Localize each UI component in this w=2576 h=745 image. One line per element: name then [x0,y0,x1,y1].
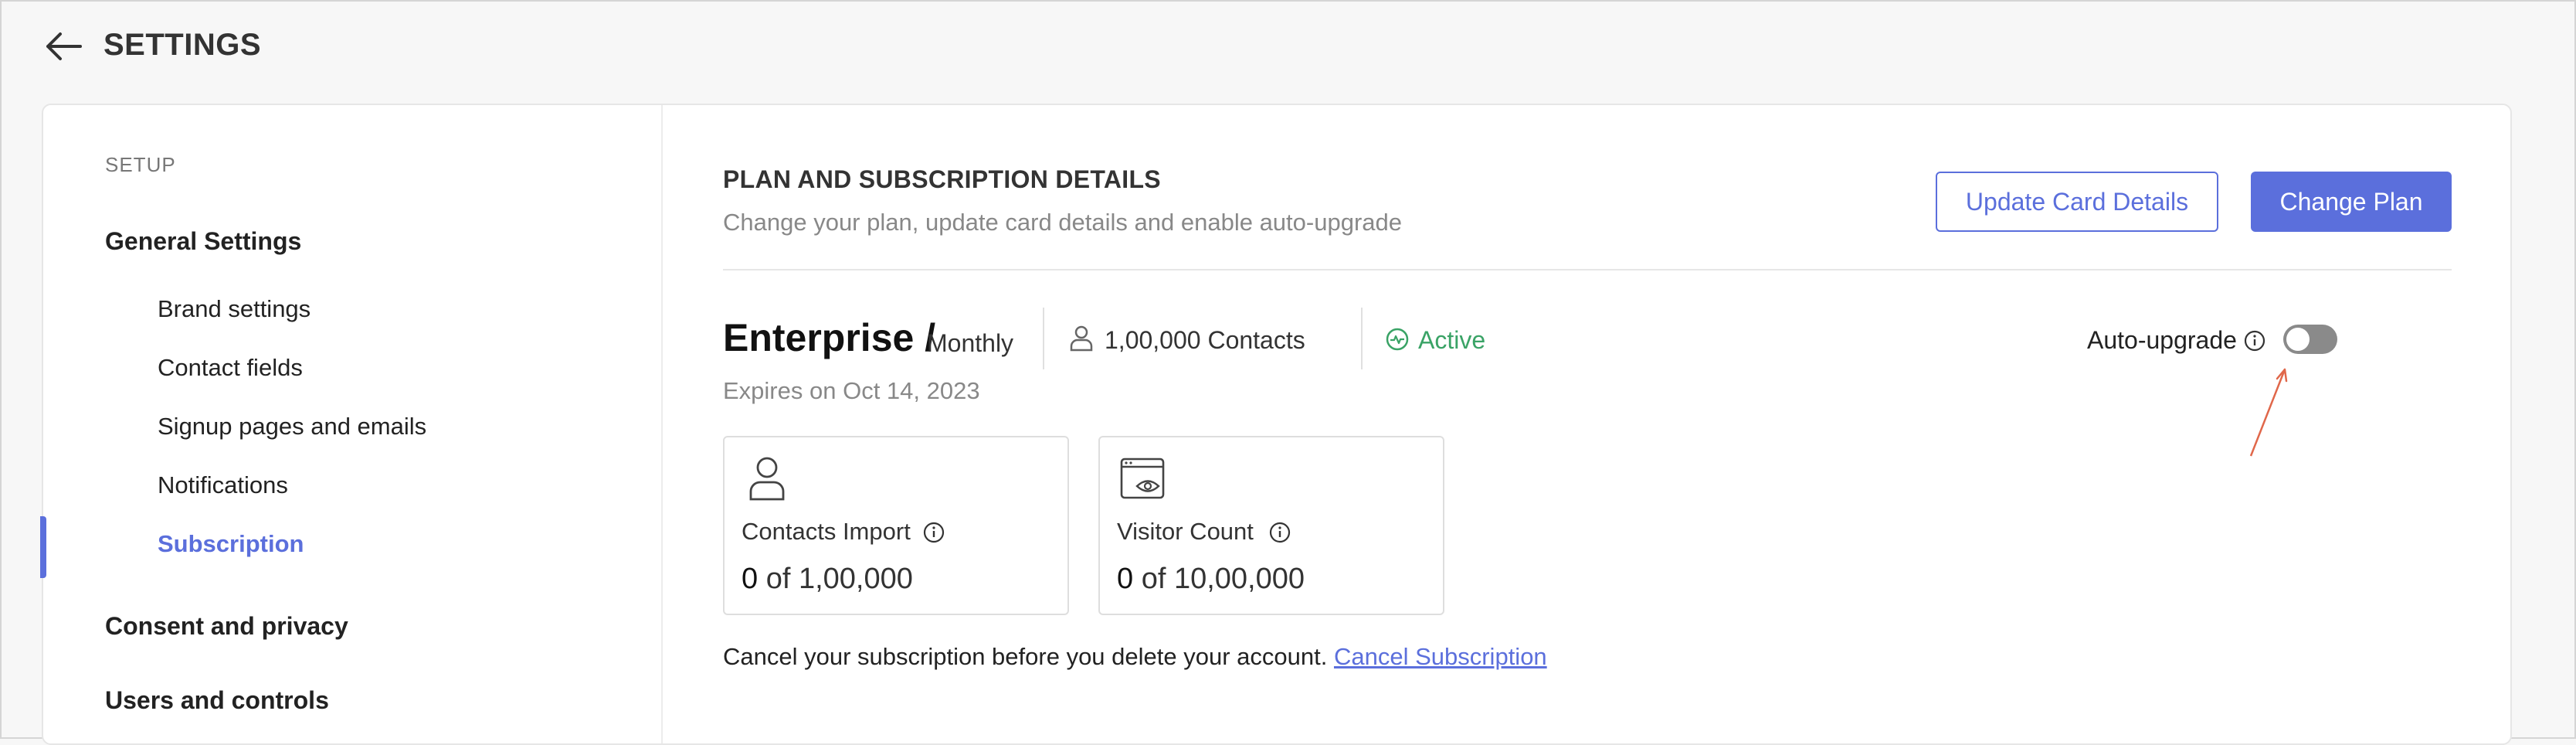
plan-expiry: Expires on Oct 14, 2023 [723,377,980,404]
status-badge: Active [1418,326,1486,354]
section-title: PLAN AND SUBSCRIPTION DETAILS [723,165,1161,193]
sidebar-item-signup-pages[interactable]: Signup pages and emails [158,413,426,441]
browser-eye-icon [1120,458,1165,499]
sidebar-item-subscription[interactable]: Subscription [158,530,304,558]
sidebar: SETUP General Settings Brand settings Co… [40,105,663,743]
section-subtitle: Change your plan, update card details an… [723,209,1402,236]
change-plan-button[interactable]: Change Plan [2251,172,2452,232]
user-icon [1070,325,1093,352]
auto-upgrade-label: Auto-upgrade [2087,326,2237,354]
sidebar-section-label: SETUP [105,153,176,176]
stat-value: 0 of 1,00,000 [742,563,913,595]
sidebar-group-consent-privacy[interactable]: Consent and privacy [105,612,348,641]
cancel-subscription-link[interactable]: Cancel Subscription [1334,643,1547,670]
info-icon[interactable] [922,521,945,544]
auto-upgrade-toggle[interactable] [2283,325,2337,354]
stat-value: 0 of 10,00,000 [1117,563,1305,595]
plan-cycle: Monthly [927,329,1014,357]
arrow-left-icon[interactable] [42,25,85,68]
active-indicator [40,516,46,578]
visitor-count-card: Visitor Count 0 of 10,00,000 [1098,436,1444,615]
info-icon[interactable] [1268,521,1291,544]
user-icon [749,457,785,501]
sidebar-item-contact-fields[interactable]: Contact fields [158,354,303,382]
stat-title: Contacts Import [742,518,911,545]
sidebar-group-general-settings[interactable]: General Settings [105,227,301,256]
annotation-arrow-icon [2249,368,2288,457]
info-icon[interactable] [2243,329,2266,352]
plan-contacts: 1,00,000 Contacts [1105,326,1305,354]
toggle-knob [2286,328,2310,351]
cancel-note-text: Cancel your subscription before you dele… [723,643,1328,670]
sidebar-group-users-controls[interactable]: Users and controls [105,686,329,715]
update-card-details-button[interactable]: Update Card Details [1936,172,2218,232]
activity-icon [1386,328,1409,351]
cancel-note: Cancel your subscription before you dele… [723,643,1547,671]
divider [723,269,2452,270]
stat-title: Visitor Count [1117,518,1254,545]
separator [1043,308,1044,369]
top-bar: SETTINGS [2,2,2574,94]
sidebar-item-notifications[interactable]: Notifications [158,471,288,499]
separator [1361,308,1363,369]
contacts-import-card: Contacts Import 0 of 1,00,000 [723,436,1069,615]
settings-card: SETUP General Settings Brand settings Co… [40,104,2512,745]
sidebar-item-brand-settings[interactable]: Brand settings [158,295,311,323]
main-content: PLAN AND SUBSCRIPTION DETAILS Change you… [661,105,2510,743]
plan-name: Enterprise / [723,316,936,359]
page-title: SETTINGS [104,28,262,62]
